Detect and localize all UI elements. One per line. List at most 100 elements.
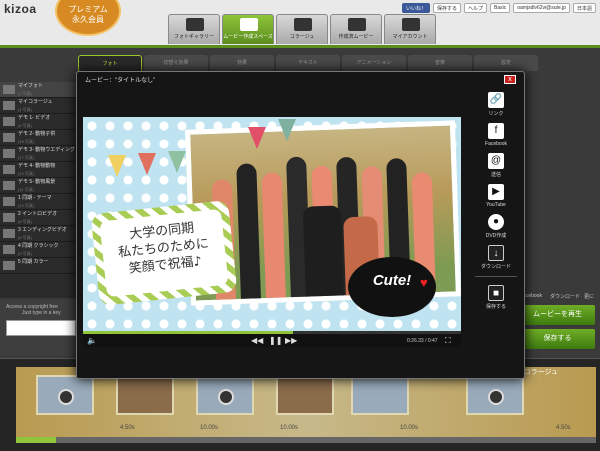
timeline-clip[interactable] (116, 375, 174, 415)
timeline-progress (16, 437, 56, 443)
bunting-flag (278, 119, 296, 141)
play-icon[interactable] (488, 389, 504, 405)
sidebar-item-label: 5 同期 カラー (18, 259, 49, 265)
share-youtube[interactable]: ▶ YouTube (475, 184, 517, 208)
tab-photo-gallery[interactable]: フォトギャラリー (168, 14, 220, 44)
play-icon[interactable] (58, 389, 74, 405)
share-dvd[interactable]: ● DVD作成 (475, 214, 517, 239)
folder-icon (3, 165, 15, 174)
subtab-animation[interactable]: アニメーション (342, 55, 406, 71)
share-label: Facebook (485, 141, 507, 147)
search-hint-2: Just type in a key (22, 310, 61, 316)
sidebar-item[interactable]: 5 同期 カラー (0, 258, 78, 274)
share-facebook[interactable]: f Facebook (475, 123, 517, 147)
sidebar-item-label: デモ 4- 動物動物 (18, 163, 56, 169)
volume-icon[interactable]: 🔈 (87, 336, 97, 345)
top-bar: kizoa プレミアム 永久会員 フォトギャラリー ムービー作成スペース コラージ… (0, 0, 600, 48)
person-figure (302, 205, 344, 297)
timeline-scrollbar[interactable] (16, 437, 596, 443)
bunting-flag (138, 153, 156, 175)
folder-icon (3, 245, 15, 254)
playback-time: 0:26.33 / 0:47 (407, 338, 438, 344)
sidebar-item-count: (6 写真) (18, 123, 32, 128)
folder-icon (3, 229, 15, 238)
more-shortcut[interactable]: 更に (584, 293, 594, 300)
fullscreen-icon[interactable]: ⛶ (445, 336, 451, 346)
video-player[interactable]: 大学の同期 私たちのために 笑顔で祝福♪ Cute! ♥ (83, 117, 461, 331)
subtab-settings[interactable]: 設定 (474, 55, 538, 71)
caption-inner: 大学の同期 私たちのために 笑顔で祝福♪ (99, 208, 229, 298)
download-icon: ↓ (488, 245, 504, 261)
subtab-transition[interactable]: 切替え効果 (144, 55, 208, 71)
subtab-text[interactable]: テキスト (276, 55, 340, 71)
timeline-clip[interactable] (466, 375, 524, 415)
forward-icon[interactable]: ▶▶ (285, 336, 297, 345)
sidebar-item-label: デモ 2- 動物子供 (18, 131, 56, 137)
rewind-icon[interactable]: ◀◀ (251, 336, 263, 345)
sidebar-item-label: マイフォト (18, 83, 44, 89)
timeline-clip[interactable] (276, 375, 334, 415)
close-icon[interactable]: x (504, 75, 516, 84)
sidebar-item[interactable]: デモ 2- 動物子供 (18 写真) (0, 130, 78, 146)
save-movie-button[interactable]: 保存する (520, 329, 595, 349)
tab-label: 作成済ムービー (338, 34, 374, 40)
sidebar-item[interactable]: マイフォト (1 写真) (0, 82, 78, 98)
subtab-photo[interactable]: フォト (78, 55, 142, 71)
share-link[interactable]: 🔗 リンク (475, 92, 517, 117)
play-icon[interactable] (218, 389, 234, 405)
users-icon (402, 18, 420, 31)
sidebar-item[interactable]: デモ 5- 動物風景 (11 写真) (0, 178, 78, 194)
like-button[interactable]: いいね！ (401, 3, 430, 13)
play-movie-button[interactable]: ムービーを再生 (520, 305, 595, 325)
clip-duration: 10.00s (280, 425, 299, 431)
search-input[interactable] (6, 320, 76, 336)
sidebar-item[interactable]: 4 同期 クラシック (9 写真) (0, 242, 78, 258)
download-shortcut[interactable]: ダウンロード (550, 293, 580, 300)
kizoa-logo[interactable]: kizoa (4, 2, 37, 16)
sidebar-item[interactable]: デモ 4- 動物動物 (10 写真) (0, 162, 78, 178)
clip-duration: 10.00s (200, 425, 219, 431)
tab-label: フォトギャラリー (173, 34, 214, 40)
playback-progress[interactable] (83, 331, 293, 334)
share-label: ダウンロード (480, 264, 511, 270)
share-button[interactable]: 保存する (433, 3, 462, 13)
tab-movie-workspace[interactable]: ムービー作成スペース (222, 14, 274, 44)
subtab-effects[interactable]: 効果 (210, 55, 274, 71)
mail-icon: @ (488, 153, 504, 169)
folder-icon (3, 85, 15, 94)
sidebar-item-label: デモ 5- 動物風景 (18, 179, 56, 185)
tab-label: コラージュ (289, 34, 315, 40)
modal-title: ムービー："タイトルなし" (85, 78, 156, 84)
tab-created-movies[interactable]: 作成済ムービー (330, 14, 382, 44)
share-download[interactable]: ↓ ダウンロード (475, 245, 517, 270)
tab-label: ムービー作成スペース (223, 34, 273, 40)
sidebar-item[interactable]: 3 エンディングビデオ (8 写真) (0, 226, 78, 242)
sidebar-item-label: マイコラージュ (18, 99, 53, 105)
divider (475, 276, 517, 277)
sidebar-item[interactable]: 1 同期 - テーマ (10 写真) (0, 194, 78, 210)
sidebar-item-label: 1 同期 - テーマ (18, 195, 52, 201)
sidebar-item[interactable]: 2 イントロビデオ (8 写真) (0, 210, 78, 226)
premium-badge[interactable]: プレミアム 永久会員 (55, 0, 121, 36)
tab-collage[interactable]: コラージュ (276, 14, 328, 44)
main-tabs: フォトギャラリー ムービー作成スペース コラージュ 作成済ムービー マイアカウン… (168, 14, 436, 44)
timeline-clip[interactable] (196, 375, 254, 415)
dvd-icon: ● (488, 214, 504, 230)
user-email[interactable]: oamjsdlv62vi@sute.jp (513, 3, 570, 13)
sidebar-item[interactable]: デモ 3- 動物ウエディング (17 写真) (0, 146, 78, 162)
sidebar-item[interactable]: デモ 1- ビデオ (6 写真) (0, 114, 78, 130)
sidebar-item[interactable]: マイコラージュ (1 写真) (0, 98, 78, 114)
pause-icon[interactable]: ❚❚ (269, 336, 282, 345)
share-email[interactable]: @ 送信 (475, 153, 517, 178)
share-panel: 🔗 リンク f Facebook @ 送信 ▶ YouTube ● DVD作成 ↓ ダウンロ… (475, 92, 517, 316)
subtab-music[interactable]: 音楽 (408, 55, 472, 71)
timeline-clip[interactable] (36, 375, 94, 415)
share-save[interactable]: ■ 保存する (475, 285, 517, 310)
film-icon (348, 18, 366, 31)
timeline-clip[interactable] (351, 375, 409, 415)
language-select[interactable]: 日本語 (572, 3, 596, 13)
facebook-icon: f (488, 123, 504, 139)
help-button[interactable]: ヘルプ (464, 3, 488, 13)
share-label: リンク (488, 111, 504, 117)
tab-my-account[interactable]: マイアカウント (384, 14, 436, 44)
